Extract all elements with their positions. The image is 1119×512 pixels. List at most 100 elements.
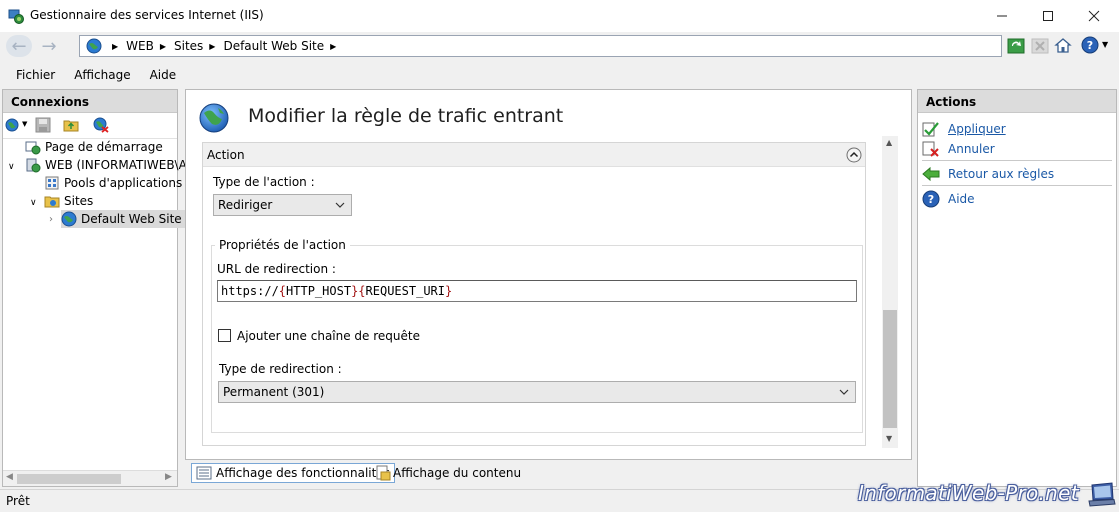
tree-collapse-icon[interactable]: ∨ xyxy=(30,198,37,208)
actions-panel: Actions Appliquer Annuler Retour aux règ… xyxy=(917,89,1117,487)
breadcrumb-label: WEB xyxy=(126,39,154,53)
scrollbar-thumb[interactable] xyxy=(883,310,897,428)
tree-item-default-web-site[interactable]: Default Web Site xyxy=(61,210,186,228)
stop-icon[interactable] xyxy=(1031,37,1049,55)
collapse-section-icon[interactable] xyxy=(846,147,862,163)
iis-app-icon xyxy=(8,9,24,24)
tree-label: Page de démarrage xyxy=(45,140,163,154)
action-properties-title: Propriétés de l'action xyxy=(215,238,350,252)
minimize-icon xyxy=(997,15,1007,16)
action-back-to-rules[interactable]: Retour aux règles xyxy=(922,165,1054,183)
maximize-icon xyxy=(1043,10,1053,21)
menu-bar: Fichier Affichage Aide xyxy=(0,62,1119,88)
action-help[interactable]: ? Aide xyxy=(922,190,975,208)
help-icon: ? xyxy=(922,190,940,208)
watermark: InformatiWeb-Pro.net xyxy=(858,481,1079,505)
close-button[interactable] xyxy=(1071,0,1117,31)
tree-item-app-pools[interactable]: Pools d'applications xyxy=(44,174,182,192)
help-icon[interactable]: ? xyxy=(1081,36,1099,54)
apply-icon xyxy=(922,122,939,137)
tree-item-server[interactable]: WEB (INFORMATIWEB\Ac xyxy=(25,156,193,174)
tab-features-view[interactable]: Affichage des fonctionnalités xyxy=(191,463,395,483)
tree-label: WEB (INFORMATIWEB\Ac xyxy=(45,158,194,172)
up-folder-icon[interactable] xyxy=(63,117,79,133)
main-vertical-scrollbar[interactable]: ▲ ▼ xyxy=(882,136,898,448)
connections-header: Connexions xyxy=(3,90,177,113)
actions-separator xyxy=(922,185,1112,186)
help-dropdown-icon[interactable]: ▼ xyxy=(1102,40,1108,49)
chevron-down-icon xyxy=(335,202,345,208)
url-server-var: REQUEST_URI xyxy=(365,284,446,298)
url-brace: } xyxy=(351,284,359,298)
title-bar: Gestionnaire des services Internet (IIS) xyxy=(0,0,1119,32)
menu-affichage[interactable]: Affichage xyxy=(74,68,130,82)
action-section: Action Type de l'action : Rediriger Prop… xyxy=(202,142,866,446)
address-row: ← → ▶ WEB ▶ Sites ▶ Default Web Site ▶ ? ▼ xyxy=(0,32,1119,60)
tree-label: Sites xyxy=(64,194,94,208)
redirect-type-label: Type de redirection : xyxy=(219,362,342,376)
features-view-icon xyxy=(196,466,212,480)
back-arrow-icon xyxy=(922,166,940,182)
actions-separator xyxy=(922,160,1112,161)
forward-arrow-icon: → xyxy=(41,35,57,57)
url-scheme: https:// xyxy=(221,284,279,298)
tree-item-start-page[interactable]: Page de démarrage xyxy=(25,138,163,156)
tab-label: Affichage du contenu xyxy=(393,466,522,480)
content-view-icon xyxy=(376,465,391,481)
save-icon[interactable] xyxy=(35,117,51,133)
status-text: Prêt xyxy=(6,494,30,508)
back-button[interactable]: ← xyxy=(6,35,32,57)
append-query-checkbox[interactable] xyxy=(218,329,231,342)
connections-toolbar: ▼ xyxy=(3,113,177,139)
url-brace: { xyxy=(358,284,366,298)
action-label: Aide xyxy=(948,192,975,206)
server-icon xyxy=(26,158,41,173)
laptop-logo-icon xyxy=(1088,482,1116,507)
scroll-left-icon[interactable]: ◀ xyxy=(6,472,13,482)
action-apply[interactable]: Appliquer xyxy=(922,120,1006,138)
main-panel: Modifier la règle de trafic entrant Acti… xyxy=(185,89,912,460)
maximize-button[interactable] xyxy=(1025,0,1071,31)
scrollbar-thumb[interactable] xyxy=(17,474,121,484)
menu-fichier[interactable]: Fichier xyxy=(16,68,55,82)
redirect-type-dropdown[interactable]: Permanent (301) xyxy=(218,381,856,403)
scroll-up-icon[interactable]: ▲ xyxy=(886,138,892,147)
action-cancel[interactable]: Annuler xyxy=(922,140,995,158)
append-query-label[interactable]: Ajouter une chaîne de requête xyxy=(237,329,420,343)
breadcrumb-separator: ▶ xyxy=(112,41,119,51)
chevron-down-icon xyxy=(839,389,849,395)
connections-horizontal-scrollbar[interactable]: ◀ ▶ xyxy=(3,470,177,486)
minimize-button[interactable] xyxy=(979,0,1025,31)
scroll-down-icon[interactable]: ▼ xyxy=(886,434,892,443)
refresh-icon[interactable] xyxy=(1007,37,1025,55)
breadcrumb-arrow-icon: ▶ xyxy=(330,41,337,51)
globe-icon xyxy=(86,38,102,54)
breadcrumb-sites[interactable]: Sites ▶ xyxy=(174,39,223,53)
actions-header: Actions xyxy=(918,90,1116,113)
tree-label: Default Web Site xyxy=(81,212,182,226)
action-type-dropdown[interactable]: Rediriger xyxy=(213,194,352,216)
redirect-url-input[interactable]: https://{HTTP_HOST}{REQUEST_URI} xyxy=(217,280,857,302)
window-title: Gestionnaire des services Internet (IIS) xyxy=(30,8,264,22)
tree-expand-icon[interactable]: › xyxy=(49,214,53,225)
breadcrumb-label: Sites xyxy=(174,39,204,53)
connect-globe-icon[interactable] xyxy=(5,117,21,133)
breadcrumb-web[interactable]: WEB ▶ xyxy=(126,39,174,53)
address-bar[interactable]: ▶ WEB ▶ Sites ▶ Default Web Site ▶ xyxy=(79,35,1002,57)
disconnect-icon[interactable] xyxy=(93,117,109,133)
action-label: Retour aux règles xyxy=(948,167,1055,181)
back-arrow-icon: ← xyxy=(11,35,27,57)
tree-collapse-icon[interactable]: ∨ xyxy=(8,162,15,172)
action-type-label: Type de l'action : xyxy=(213,175,315,189)
home-icon[interactable] xyxy=(1054,36,1072,54)
menu-aide[interactable]: Aide xyxy=(150,68,177,82)
breadcrumb-default-web-site[interactable]: Default Web Site ▶ xyxy=(223,39,344,53)
app-pools-icon xyxy=(45,176,59,190)
connect-dropdown-icon[interactable]: ▼ xyxy=(22,120,27,128)
scroll-right-icon[interactable]: ▶ xyxy=(165,472,172,482)
forward-button[interactable]: → xyxy=(36,35,62,57)
start-page-icon xyxy=(25,141,41,155)
tree-item-sites[interactable]: Sites xyxy=(44,192,93,210)
dropdown-value: Permanent (301) xyxy=(223,385,325,399)
tab-content-view[interactable]: Affichage du contenu xyxy=(371,463,525,483)
